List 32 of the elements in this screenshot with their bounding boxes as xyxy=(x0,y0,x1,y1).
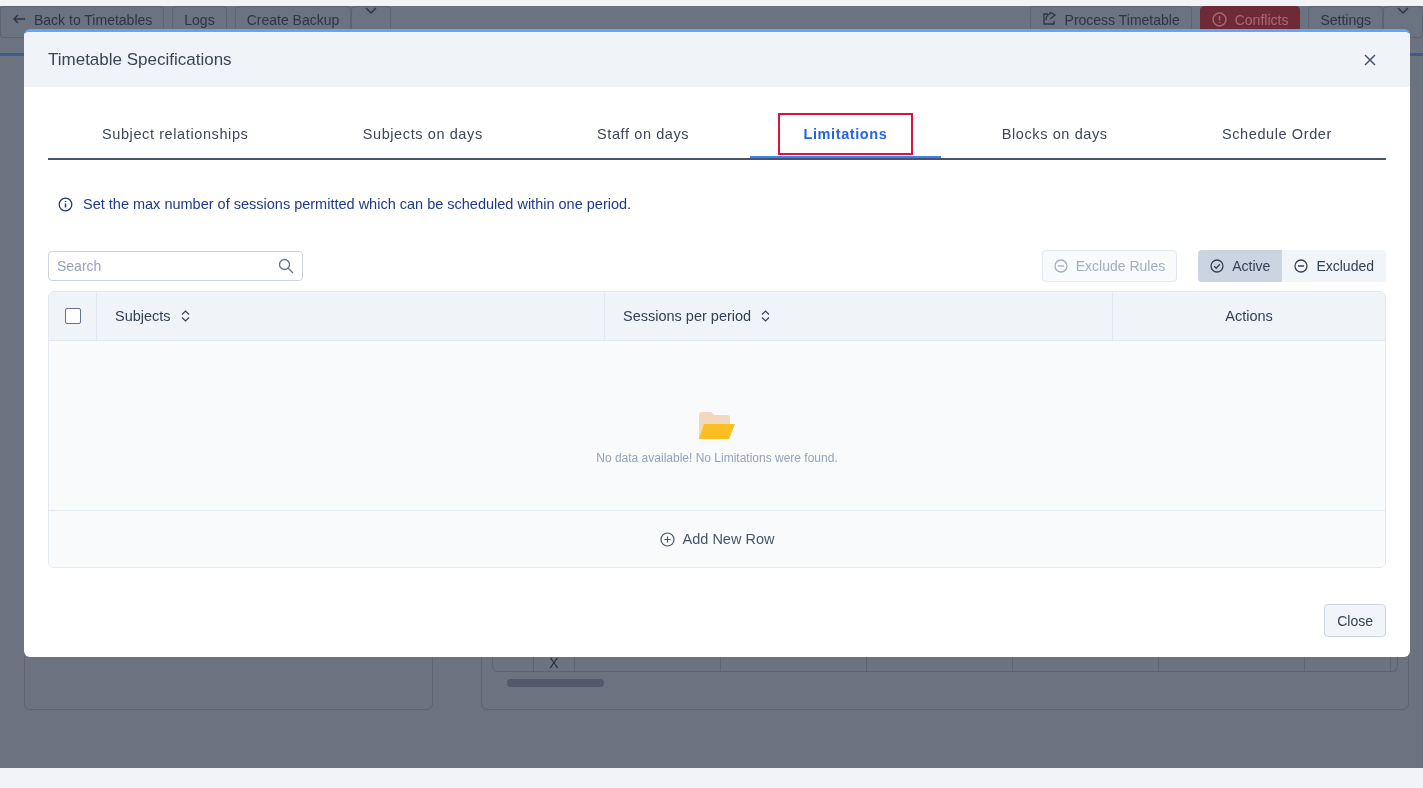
minus-circle-icon xyxy=(1053,259,1068,273)
empty-message: No data available! No Limitations were found. xyxy=(596,450,838,465)
info-message: Set the max number of sessions permitted which can be scheduled within one period. xyxy=(83,196,632,212)
select-all-checkbox[interactable] xyxy=(64,308,81,324)
close-button[interactable]: Close xyxy=(1324,604,1386,637)
caret-icon xyxy=(1397,7,1409,15)
search-icon xyxy=(278,258,294,274)
filter-toggle[interactable]: Active xyxy=(1198,250,1283,282)
sort-icon xyxy=(180,310,190,322)
sort-icon xyxy=(761,310,771,322)
back-arrow-icon xyxy=(12,12,26,26)
folder-icon xyxy=(698,410,736,441)
search-field[interactable]: Search xyxy=(48,251,303,281)
add-row-button[interactable]: Add New Row xyxy=(653,530,781,548)
check-circle-icon xyxy=(1210,259,1225,273)
scrollbar-thumb[interactable] xyxy=(507,679,604,687)
info-icon xyxy=(58,196,73,212)
caret-icon xyxy=(365,7,378,15)
column-header[interactable]: Subjects xyxy=(97,292,605,340)
column-header[interactable]: Sessions per period xyxy=(605,292,1113,340)
tab[interactable]: Subjects on days xyxy=(308,111,537,158)
plus-circle-icon xyxy=(659,531,675,547)
column-header: Actions xyxy=(1224,307,1274,326)
alert-icon xyxy=(1211,12,1227,27)
tab[interactable]: Schedule Order xyxy=(1167,111,1386,158)
minus-circle-icon xyxy=(1294,259,1309,273)
tab[interactable]: Staff on days xyxy=(543,111,744,158)
share-icon xyxy=(1041,12,1057,26)
tab[interactable]: Limitations xyxy=(749,111,942,158)
tab[interactable]: Subject relationships xyxy=(48,111,303,158)
tab[interactable]: Blocks on days xyxy=(947,111,1162,158)
dialog-title: Timetable Specifications xyxy=(48,49,232,70)
